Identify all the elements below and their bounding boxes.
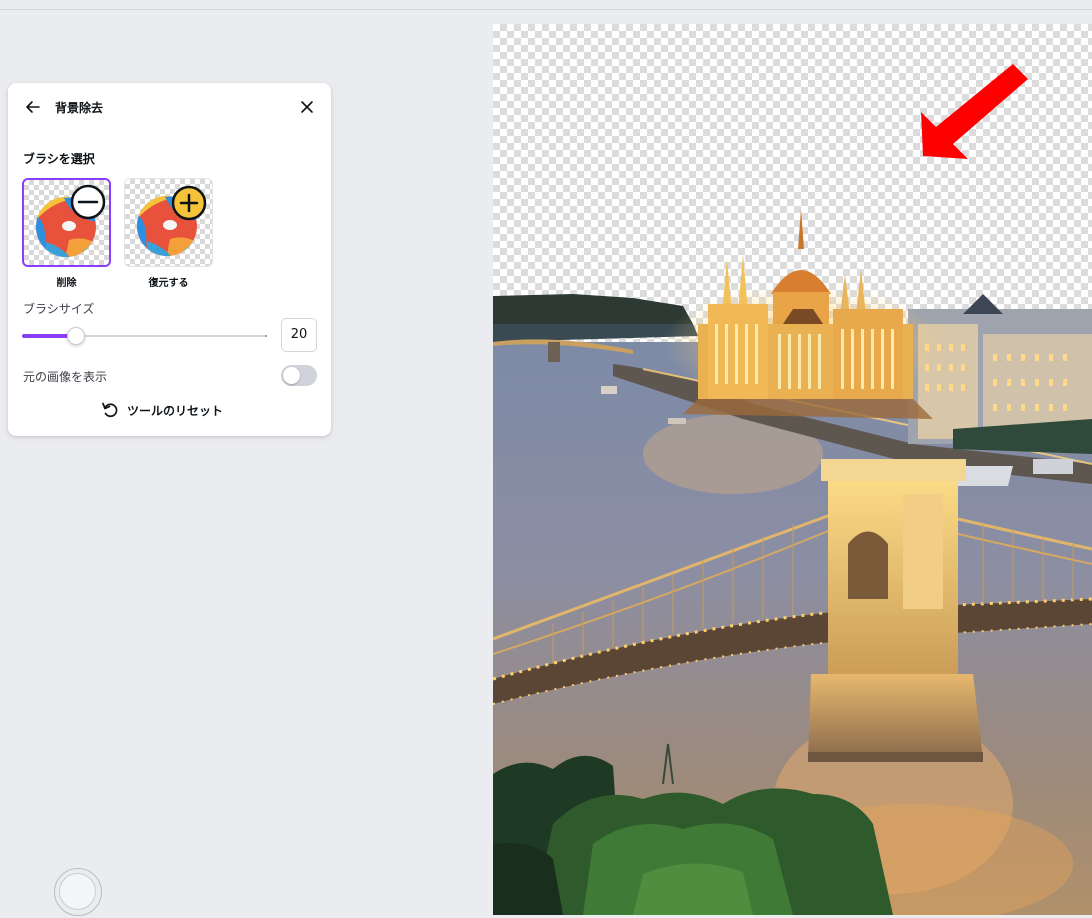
reset-tool-button[interactable]: ツールのリセット: [100, 398, 240, 422]
budapest-parliament-chain-bridge-photo: [493, 64, 1092, 915]
restore-brush-button[interactable]: [124, 178, 213, 267]
slider-end-dot: [265, 335, 267, 337]
canvas-control-circle[interactable]: [54, 868, 102, 916]
panel-title: 背景除去: [55, 101, 104, 115]
brush-size-input[interactable]: 20: [281, 318, 317, 352]
reset-tool-label: ツールのリセット: [127, 403, 224, 418]
erase-brush-label: 削除: [56, 278, 77, 289]
plus-circle-icon: [171, 185, 207, 221]
brush-select-label: ブラシを選択: [23, 152, 95, 166]
brush-size-slider[interactable]: [22, 326, 267, 346]
arrow-left-icon: [26, 101, 40, 113]
close-button[interactable]: [296, 96, 318, 118]
background-remover-panel: 背景除去 ブラシを選択 削除 復元する ブラシサイズ 20 元の画像を表示 ツー…: [8, 83, 331, 436]
top-divider: [0, 9, 1092, 10]
brush-size-label: ブラシサイズ: [23, 302, 95, 316]
restore-brush-label: 復元する: [148, 278, 189, 289]
red-arrow-icon: [921, 64, 1028, 159]
close-icon: [301, 101, 313, 113]
canvas-control-inner: [59, 873, 96, 910]
minus-circle-icon: [70, 184, 106, 220]
toggle-knob: [283, 367, 300, 384]
erase-brush-button[interactable]: [22, 178, 111, 267]
undo-icon: [102, 402, 118, 418]
slider-thumb[interactable]: [67, 327, 85, 345]
show-original-label: 元の画像を表示: [23, 370, 108, 384]
back-button[interactable]: [22, 96, 44, 118]
show-original-toggle[interactable]: [281, 365, 317, 386]
photo-canvas[interactable]: [493, 24, 1092, 915]
